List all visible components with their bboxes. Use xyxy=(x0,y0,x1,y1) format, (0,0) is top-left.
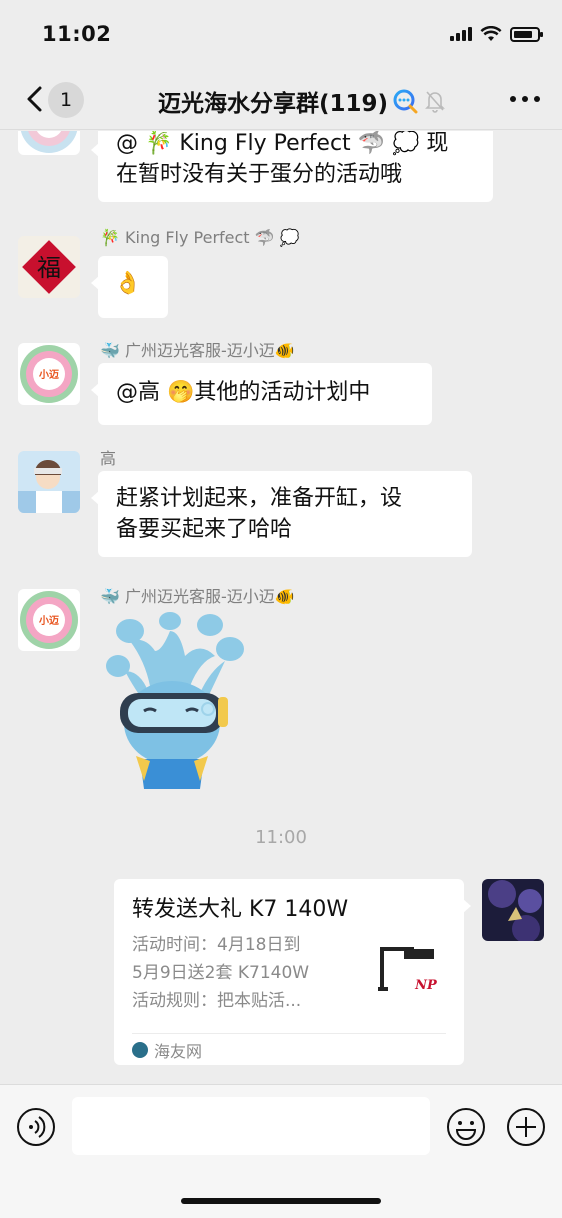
emoji-icon[interactable] xyxy=(446,1107,486,1147)
blue-splash-diver-sticker[interactable] xyxy=(100,611,250,791)
avatar-xiaomai[interactable] xyxy=(18,131,80,155)
message-bubble[interactable]: 👌 xyxy=(91,256,168,318)
status-icons xyxy=(450,26,543,42)
sender-name: 高 xyxy=(100,449,117,468)
status-time: 11:02 xyxy=(42,22,112,46)
mute-bell-icon xyxy=(425,91,445,113)
message-timestamp: 11:00 xyxy=(255,827,307,848)
back-arrow-icon[interactable] xyxy=(24,84,48,114)
avatar-fu-char: 福 xyxy=(37,254,61,282)
sender-name: 🐳 广州迈光客服-迈小迈🐠 xyxy=(100,341,295,360)
avatar-self[interactable] xyxy=(482,879,544,941)
group-chat-icon xyxy=(393,89,418,114)
cellular-signal-icon xyxy=(450,27,472,41)
avatar-fu[interactable]: 福 xyxy=(18,236,80,298)
more-options-icon[interactable] xyxy=(510,96,540,102)
message-bubble[interactable]: @高 🤭其他的活动计划中 xyxy=(91,363,432,425)
ok-hand-emoji: 👌 xyxy=(114,271,142,296)
link-card-source: 海友网 xyxy=(132,1033,446,1062)
message-list[interactable]: @ 🎋 King Fly Perfect 🦈 💭 现 在暂时没有关于蛋分的活动哦… xyxy=(0,131,562,1084)
chat-title-group[interactable]: 迈光海水分享群(119) xyxy=(158,84,446,118)
message-bubble[interactable]: @ 🎋 King Fly Perfect 🦈 💭 现 在暂时没有关于蛋分的活动哦 xyxy=(91,131,493,202)
sender-name: 🐳 广州迈光客服-迈小迈🐠 xyxy=(100,587,295,606)
thumbnail-logo-text: NP xyxy=(414,978,438,993)
voice-input-icon[interactable] xyxy=(16,1107,56,1147)
source-site-icon xyxy=(132,1042,148,1058)
avatar-xiaomai[interactable]: 小迈 xyxy=(18,589,80,651)
message-bubble[interactable]: 赶紧计划起来，准备开缸，设 备要买起来了哈哈 xyxy=(91,471,472,557)
link-card-thumbnail: NP xyxy=(374,939,446,1011)
avatar-xiaomai[interactable]: 小迈 xyxy=(18,343,80,405)
sender-name: 🎋 King Fly Perfect 🦈 💭 xyxy=(100,228,300,247)
avatar-xiaomai-label: 小迈 xyxy=(38,368,59,381)
shared-link-card[interactable]: 转发送大礼 K7 140W 活动时间：4月18日到 5月9日送2套 K7140W… xyxy=(114,879,471,1065)
message-text-input[interactable] xyxy=(72,1097,430,1155)
link-card-source-name: 海友网 xyxy=(154,1042,203,1061)
add-attachment-icon[interactable] xyxy=(506,1107,546,1147)
link-card-title: 转发送大礼 K7 140W xyxy=(132,897,349,922)
link-card-description: 活动时间：4月18日到 5月9日送2套 K7140W 活动规则：把本贴活... xyxy=(132,935,310,1011)
avatar-xiaomai-label: 小迈 xyxy=(38,614,59,627)
unread-count-badge[interactable]: 1 xyxy=(48,82,84,118)
wifi-icon xyxy=(480,26,502,41)
avatar-gao[interactable] xyxy=(18,451,80,513)
home-indicator[interactable] xyxy=(181,1198,381,1204)
battery-icon xyxy=(510,26,543,42)
chat-title: 迈光海水分享群(119) xyxy=(158,91,389,117)
status-bar: 11:02 xyxy=(0,0,562,70)
battery-level xyxy=(514,30,532,38)
chat-header: 1 迈光海水分享群(119) xyxy=(0,70,562,130)
